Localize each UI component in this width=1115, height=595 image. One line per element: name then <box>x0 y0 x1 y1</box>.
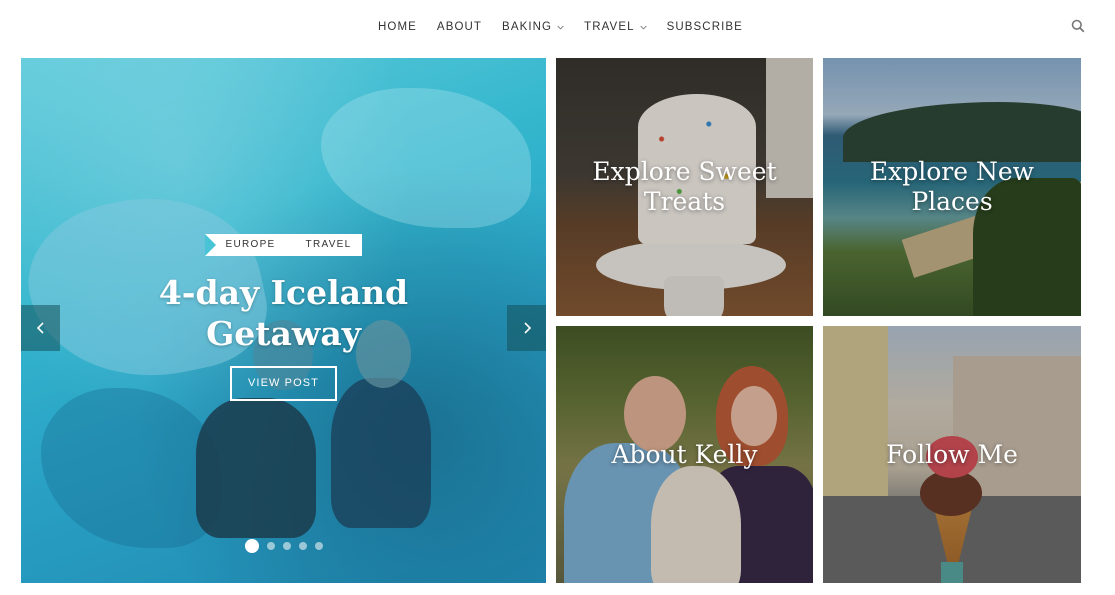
slider-dot-4[interactable] <box>298 542 307 550</box>
chevron-down-icon <box>557 25 564 30</box>
tile-label: Explore New Places <box>869 157 1035 216</box>
promo-tile-new-places[interactable]: Explore New Places <box>823 58 1081 316</box>
tag-notch <box>205 234 217 256</box>
chevron-right-icon <box>523 322 531 334</box>
promo-tile-about[interactable]: About Kelly <box>556 326 813 583</box>
search-icon <box>1071 19 1085 33</box>
nav-item-label: SUBSCRIBE <box>666 21 743 33</box>
promo-tile-follow[interactable]: Follow Me <box>823 326 1081 583</box>
post-categories: EUROPE TRAVEL <box>205 234 362 256</box>
chevron-down-icon <box>639 25 647 30</box>
tile-label: Explore Sweet Treats <box>592 157 777 216</box>
chevron-left-icon <box>36 322 44 334</box>
view-post-button[interactable]: VIEW POST <box>229 366 338 401</box>
nav-item-label: ABOUT <box>436 21 483 33</box>
nav-item-label: HOME <box>378 21 417 33</box>
tile-label: Follow Me <box>886 439 1018 469</box>
slide-title[interactable]: 4-day Iceland Getaway <box>104 272 464 354</box>
nav-item-about[interactable]: ABOUT <box>427 21 492 33</box>
slider-dot-2[interactable] <box>266 542 275 550</box>
slider-dot-5[interactable] <box>314 542 323 550</box>
nav-item-label: BAKING <box>502 21 553 33</box>
promo-tile-sweet-treats[interactable]: Explore Sweet Treats <box>556 58 813 316</box>
nav-item-home[interactable]: HOME <box>368 21 427 33</box>
slider-dot-3[interactable] <box>282 542 291 550</box>
slider-next-button[interactable] <box>507 305 546 351</box>
main-navigation: HOME ABOUT BAKING TRAVEL SUBSCRIBE <box>0 0 1115 54</box>
nav-item-subscribe[interactable]: SUBSCRIBE <box>657 21 753 33</box>
slider-prev-button[interactable] <box>21 305 60 351</box>
search-button[interactable] <box>1071 19 1085 33</box>
slider-dot-1[interactable] <box>244 539 259 553</box>
slide-content: EUROPE TRAVEL 4-day Iceland Getaway VIEW… <box>21 234 546 401</box>
category-label: EUROPE <box>225 239 276 250</box>
category-tag-travel[interactable]: TRAVEL <box>285 234 362 256</box>
nav-menu: HOME ABOUT BAKING TRAVEL SUBSCRIBE <box>368 21 753 33</box>
slider-pagination <box>21 539 546 553</box>
nav-item-travel[interactable]: TRAVEL <box>574 21 656 33</box>
category-tag-europe[interactable]: EUROPE <box>205 234 286 256</box>
category-label: TRAVEL <box>305 239 352 250</box>
tile-label: About Kelly <box>611 439 758 469</box>
nav-item-baking[interactable]: BAKING <box>492 21 574 33</box>
featured-slider: EUROPE TRAVEL 4-day Iceland Getaway VIEW… <box>21 58 546 583</box>
nav-item-label: TRAVEL <box>584 21 635 33</box>
tag-arrow <box>285 234 296 256</box>
